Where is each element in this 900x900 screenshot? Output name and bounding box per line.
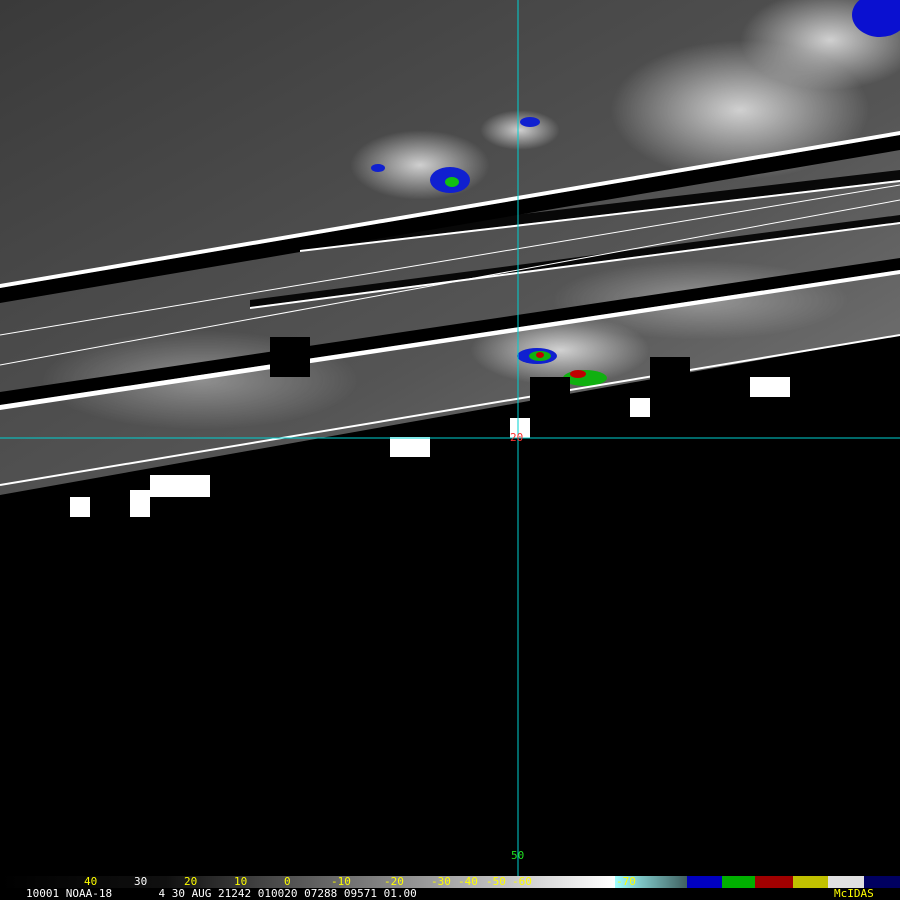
colorbar-tick-minus10: -10 [331,875,351,888]
colorbar-tick-minus20: -20 [384,875,404,888]
image-info-bar: 10001 NOAA-18 4 30 AUG 21242 010020 0728… [0,888,900,900]
colorbar-tick-40: 40 [84,875,98,888]
colorbar-tick-20: 20 [184,875,198,888]
colorbar-tick-minus50: -50 [486,875,506,888]
colorbar-tick-minus70: -70 [616,875,636,888]
colorbar-tick-minus40: -40 [458,875,478,888]
colorbar-tick-0: 0 [284,875,291,888]
satellite-image [0,0,900,900]
longitude-label: 50 [511,849,525,862]
mcidas-logo: McIDAS [834,887,874,900]
colorbar-tick-10: 10 [234,875,248,888]
colorbar-tick-minus30: -30 [431,875,451,888]
colorbar-tick-30: 30 [134,875,148,888]
colorbar-tick-minus60: -60 [512,875,532,888]
image-info-text: 10001 NOAA-18 4 30 AUG 21242 010020 0728… [26,887,417,900]
latitude-label: 20 [510,431,524,444]
